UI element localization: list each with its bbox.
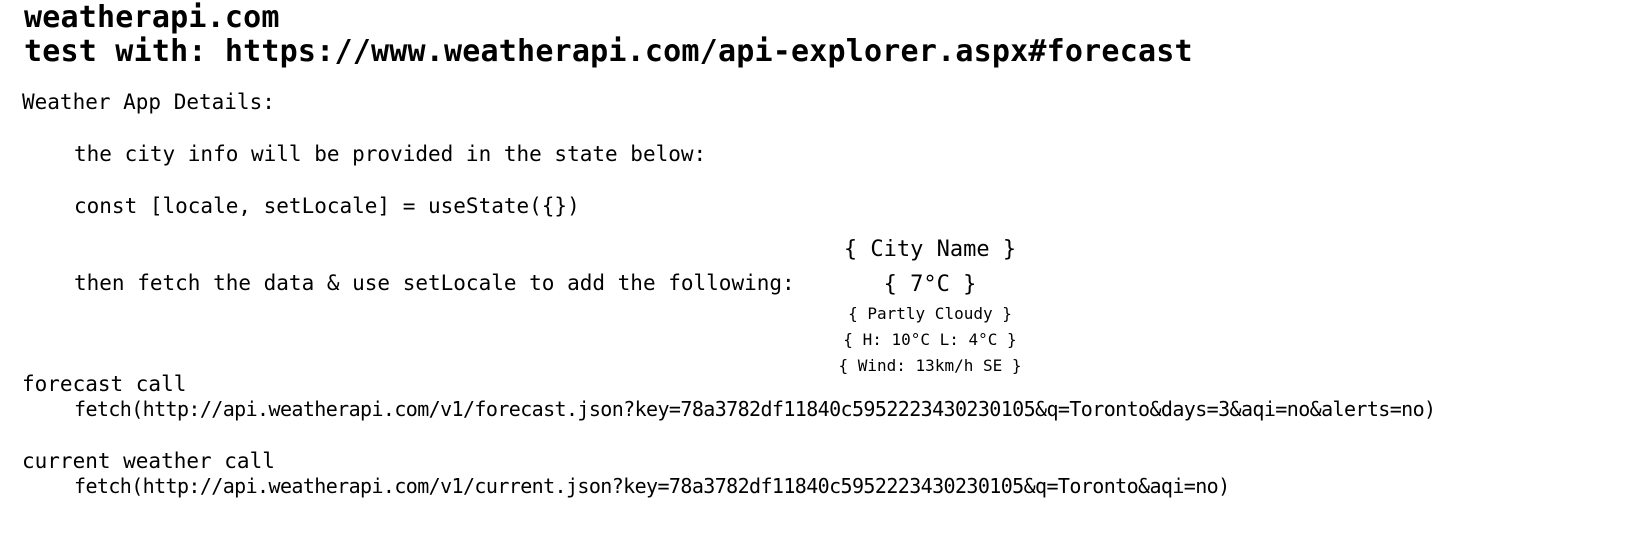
weather-card-mockup: { City Name } { 7°C } { Partly Cloudy } … bbox=[830, 236, 1030, 381]
forecast-call-url: fetch(http://api.weatherapi.com/v1/forec… bbox=[74, 397, 1436, 421]
card-high-low: { H: 10°C L: 4°C } bbox=[843, 330, 1017, 349]
forecast-call-label: forecast call bbox=[22, 372, 187, 396]
current-call-label: current weather call bbox=[22, 449, 275, 473]
card-wind: { Wind: 13km/h SE } bbox=[838, 356, 1022, 375]
current-call-url: fetch(http://api.weatherapi.com/v1/curre… bbox=[74, 474, 1230, 498]
site-title: weatherapi.com bbox=[24, 0, 280, 35]
details-heading: Weather App Details: bbox=[22, 90, 275, 114]
card-condition: { Partly Cloudy } bbox=[848, 304, 1012, 323]
fetch-instruction-text: then fetch the data & use setLocale to a… bbox=[74, 271, 795, 295]
card-temperature: { 7°C } bbox=[883, 272, 977, 297]
test-url-line: test with: https://www.weatherapi.com/ap… bbox=[24, 34, 1193, 69]
city-info-text: the city info will be provided in the st… bbox=[74, 142, 707, 166]
state-code-line: const [locale, setLocale] = useState({}) bbox=[74, 194, 580, 218]
card-city-name: { City Name } bbox=[843, 237, 1017, 262]
